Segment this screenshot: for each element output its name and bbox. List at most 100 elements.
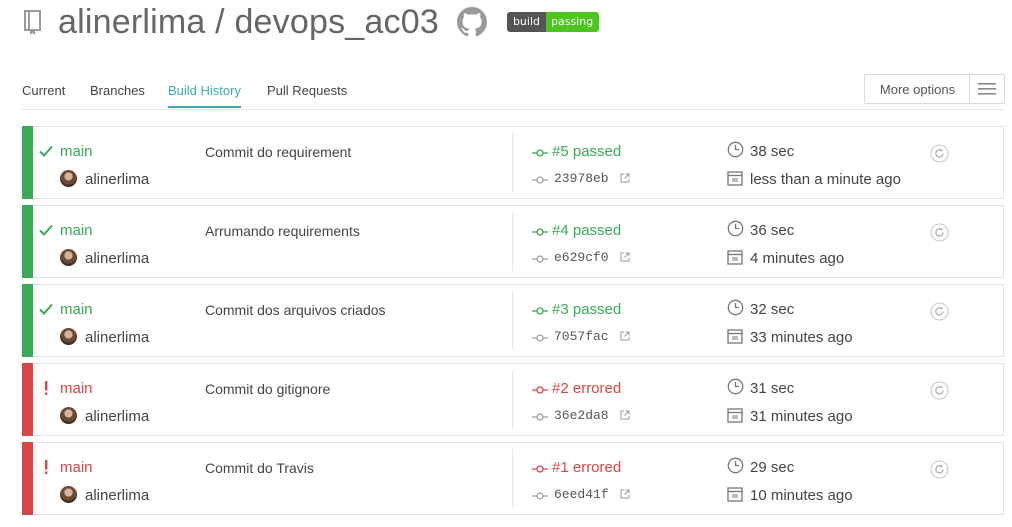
tab-pull-requests[interactable]: Pull Requests <box>267 83 347 106</box>
build-row[interactable]: main alinerlima Arrumando requirements #4 p… <box>22 205 1004 278</box>
build-row[interactable]: main alinerlima Commit dos arquivos criado… <box>22 284 1004 357</box>
repo-separator: / <box>205 2 235 41</box>
author-name: alinerlima <box>85 329 150 346</box>
commit-icon <box>532 413 548 421</box>
finished-time: 10 minutes ago <box>750 487 853 504</box>
status-bar <box>22 363 33 436</box>
build-duration: 29 sec <box>750 459 795 476</box>
finished-time: 31 minutes ago <box>750 408 853 425</box>
build-row[interactable]: main alinerlima Commit do requirement #5 pa… <box>22 126 1004 199</box>
build-number-link[interactable]: #3 passed <box>552 301 621 318</box>
commit-sha-link[interactable]: e629cf0 <box>554 250 609 265</box>
repo-header: alinerlima / devops_ac03 build passing <box>22 2 600 42</box>
commit-sha-link[interactable]: 36e2da8 <box>554 408 609 423</box>
commit-message[interactable]: Commit do Travis <box>205 460 314 476</box>
branch-name[interactable]: main <box>60 380 93 397</box>
commit-icon <box>532 334 548 342</box>
restart-icon[interactable] <box>930 302 949 321</box>
clock-icon <box>727 378 744 395</box>
clock-icon <box>727 220 744 237</box>
badge-label: build <box>506 12 546 32</box>
branch-name[interactable]: main <box>60 143 93 160</box>
build-number-link[interactable]: #4 passed <box>552 222 621 239</box>
build-number-link[interactable]: #1 errored <box>552 459 621 476</box>
tab-current[interactable]: Current <box>22 83 65 106</box>
status-bar <box>22 205 33 278</box>
restart-icon[interactable] <box>930 381 949 400</box>
external-link-icon[interactable] <box>620 489 630 499</box>
build-status-badge[interactable]: build passing <box>506 12 600 32</box>
exclamation-icon <box>45 381 48 395</box>
avatar <box>60 407 77 424</box>
external-link-icon[interactable] <box>620 173 630 183</box>
commit-icon <box>532 307 548 315</box>
branch-name[interactable]: main <box>60 222 93 239</box>
commit-icon <box>532 386 548 394</box>
commit-message[interactable]: Commit dos arquivos criados <box>205 302 386 318</box>
repo-tabs: Current Branches Build History Pull Requ… <box>22 74 1004 110</box>
restart-icon[interactable] <box>930 460 949 479</box>
restart-icon[interactable] <box>930 144 949 163</box>
finished-time: 4 minutes ago <box>750 250 845 267</box>
calendar-icon <box>727 487 743 502</box>
commit-icon <box>532 228 548 236</box>
branch-name[interactable]: main <box>60 301 93 318</box>
build-row[interactable]: main alinerlima Commit do Travis #1 errored… <box>22 442 1004 515</box>
divider <box>512 370 513 429</box>
author-name: alinerlima <box>85 250 150 267</box>
exclamation-icon <box>45 460 48 474</box>
commit-icon <box>532 255 548 263</box>
commit-message[interactable]: Commit do gitignore <box>205 381 330 397</box>
repo-title: alinerlima / devops_ac03 <box>58 3 439 42</box>
clock-icon <box>727 299 744 316</box>
check-icon <box>39 224 53 236</box>
avatar <box>60 328 77 345</box>
calendar-icon <box>727 171 743 186</box>
build-number-link[interactable]: #2 errored <box>552 380 621 397</box>
check-icon <box>39 145 53 157</box>
author-name: alinerlima <box>85 171 150 188</box>
author-name: alinerlima <box>85 487 150 504</box>
avatar <box>60 249 77 266</box>
external-link-icon[interactable] <box>620 252 630 262</box>
clock-icon <box>727 457 744 474</box>
status-bar <box>22 442 33 515</box>
branch-name[interactable]: main <box>60 459 93 476</box>
repo-name[interactable]: devops_ac03 <box>234 3 438 41</box>
build-number-link[interactable]: #5 passed <box>552 143 621 160</box>
calendar-icon <box>727 250 743 265</box>
finished-time: less than a minute ago <box>750 171 901 188</box>
divider <box>512 133 513 192</box>
status-bar <box>22 126 33 199</box>
tab-build-history[interactable]: Build History <box>168 83 241 108</box>
restart-icon[interactable] <box>930 223 949 242</box>
external-link-icon[interactable] <box>620 331 630 341</box>
commit-icon <box>532 492 548 500</box>
repository-icon <box>24 10 41 35</box>
calendar-icon <box>727 329 743 344</box>
divider <box>512 212 513 271</box>
commit-message[interactable]: Arrumando requirements <box>205 223 360 239</box>
build-duration: 31 sec <box>750 380 795 397</box>
commit-sha-link[interactable]: 23978eb <box>554 171 609 186</box>
github-icon[interactable] <box>456 7 487 37</box>
commit-sha-link[interactable]: 7057fac <box>554 329 609 344</box>
commit-message[interactable]: Commit do requirement <box>205 144 351 160</box>
build-duration: 36 sec <box>750 222 795 239</box>
repo-owner[interactable]: alinerlima <box>58 3 206 41</box>
finished-time: 33 minutes ago <box>750 329 853 346</box>
hamburger-icon <box>978 83 996 95</box>
more-options-button[interactable]: More options <box>864 74 970 104</box>
divider <box>512 291 513 350</box>
build-row[interactable]: main alinerlima Commit do gitignore #2 erro… <box>22 363 1004 436</box>
calendar-icon <box>727 408 743 423</box>
check-icon <box>39 303 53 315</box>
tab-branches[interactable]: Branches <box>90 83 145 106</box>
external-link-icon[interactable] <box>620 410 630 420</box>
commit-icon <box>532 176 548 184</box>
menu-button[interactable] <box>969 74 1005 104</box>
clock-icon <box>727 141 744 158</box>
commit-sha-link[interactable]: 6eed41f <box>554 487 609 502</box>
avatar <box>60 486 77 503</box>
commit-icon <box>532 149 548 157</box>
